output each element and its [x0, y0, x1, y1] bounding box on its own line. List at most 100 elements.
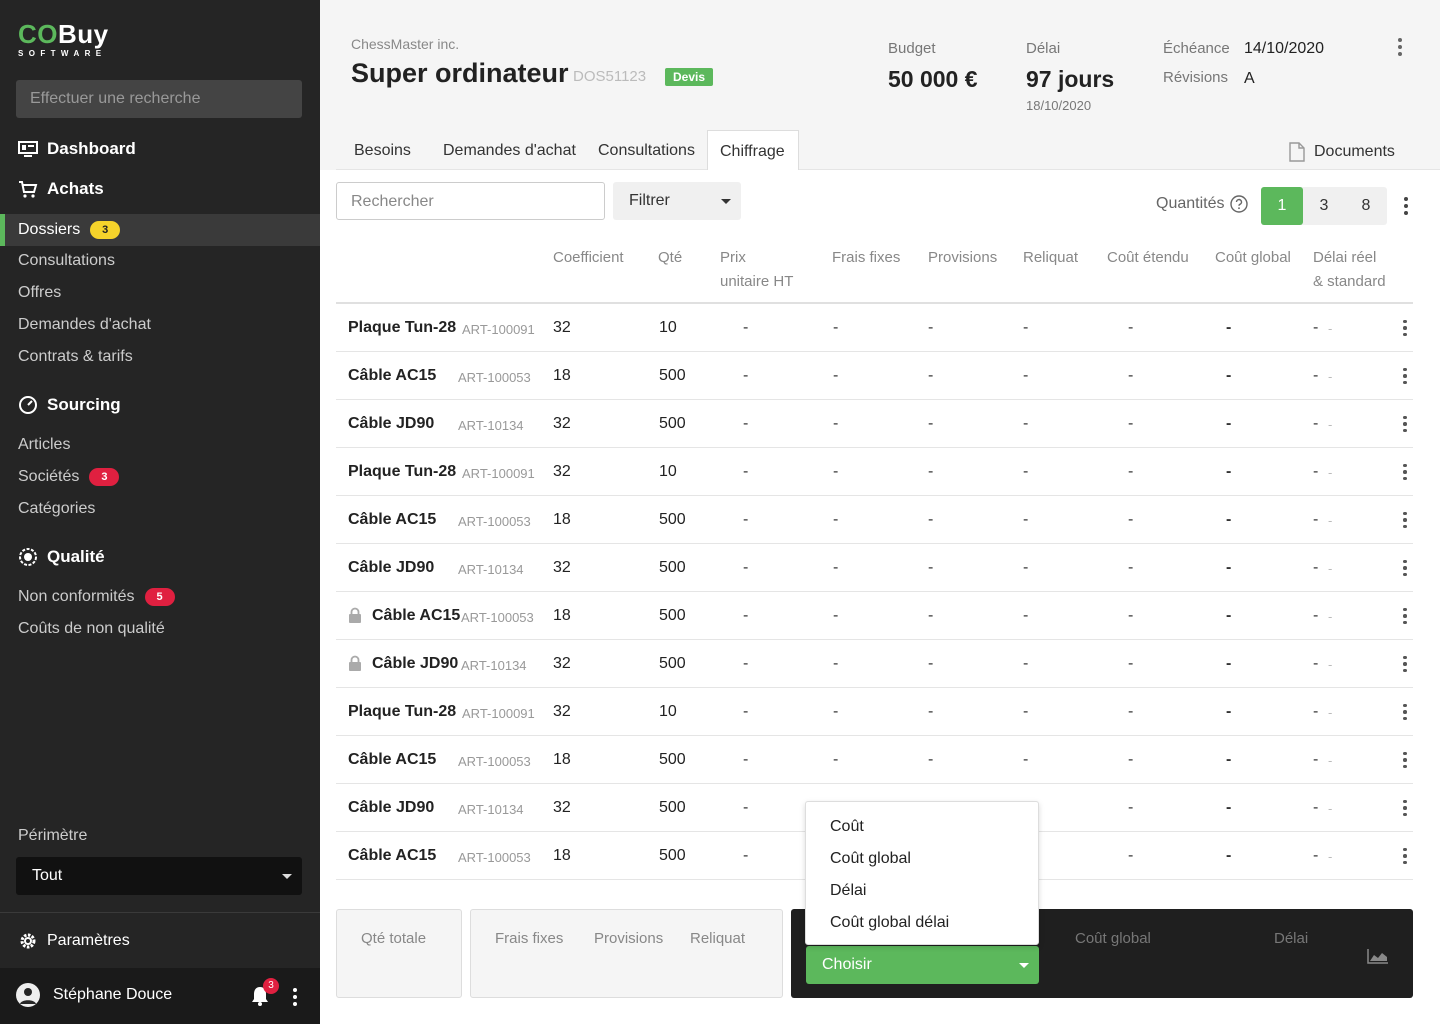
- row-value-cell[interactable]: -: [1128, 367, 1133, 385]
- row-value-cell[interactable]: -: [928, 415, 933, 433]
- row-value-cell[interactable]: -: [1226, 367, 1231, 385]
- avatar[interactable]: [16, 983, 40, 1007]
- sidebar-item-contrats[interactable]: Contrats & tarifs: [18, 348, 133, 366]
- row-value-cell[interactable]: -: [1226, 799, 1231, 817]
- quantity-option-8[interactable]: 8: [1345, 187, 1387, 225]
- table-row[interactable]: Câble AC15 ART-100053 18 500- - - - - - - -: [336, 496, 1413, 544]
- row-value-cell[interactable]: -: [928, 367, 933, 385]
- row-value-cell[interactable]: -: [1023, 319, 1028, 337]
- row-kebab-icon[interactable]: [1400, 798, 1410, 818]
- table-row[interactable]: Câble AC15 ART-100053 18 500- - - - - - - -: [336, 736, 1413, 784]
- tab-consultations[interactable]: Consultations: [598, 130, 695, 170]
- row-article-name[interactable]: Plaque Tun-28: [348, 463, 456, 481]
- row-value-cell[interactable]: -: [1328, 801, 1332, 816]
- row-value-cell[interactable]: -: [743, 703, 748, 721]
- row-coefficient[interactable]: 32: [553, 415, 571, 433]
- dropdown-option-cout-global[interactable]: Coût global: [830, 850, 911, 868]
- row-value-cell[interactable]: -: [1226, 511, 1231, 529]
- row-value-cell[interactable]: -: [928, 559, 933, 577]
- row-value-cell[interactable]: -: [1313, 799, 1318, 817]
- row-value-cell[interactable]: -: [833, 415, 838, 433]
- row-value-cell[interactable]: -: [928, 751, 933, 769]
- row-value-cell[interactable]: -: [1226, 655, 1231, 673]
- row-kebab-icon[interactable]: [1400, 414, 1410, 434]
- row-coefficient[interactable]: 18: [553, 511, 571, 529]
- row-value-cell[interactable]: -: [1128, 607, 1133, 625]
- row-value-cell[interactable]: -: [1023, 415, 1028, 433]
- row-quantity[interactable]: 500: [659, 607, 686, 625]
- row-kebab-icon[interactable]: [1400, 366, 1410, 386]
- sidebar-item-dossiers[interactable]: Dossiers 3: [0, 214, 320, 246]
- row-value-cell[interactable]: -: [928, 463, 933, 481]
- row-value-cell[interactable]: -: [1313, 511, 1318, 529]
- row-value-cell[interactable]: -: [1328, 561, 1332, 576]
- row-value-cell[interactable]: -: [1128, 751, 1133, 769]
- row-article-name[interactable]: Câble AC15: [348, 751, 436, 769]
- row-coefficient[interactable]: 18: [553, 607, 571, 625]
- sidebar-section-qualite[interactable]: Qualité: [18, 547, 105, 567]
- quantity-option-1[interactable]: 1: [1261, 187, 1303, 225]
- table-row[interactable]: Plaque Tun-28 ART-100091 32 10- - - - - - - -: [336, 448, 1413, 496]
- tab-documents[interactable]: Documents: [1288, 142, 1395, 162]
- row-value-cell[interactable]: -: [1023, 511, 1028, 529]
- row-value-cell[interactable]: -: [833, 607, 838, 625]
- row-value-cell[interactable]: -: [1128, 319, 1133, 337]
- row-value-cell[interactable]: -: [743, 559, 748, 577]
- row-value-cell[interactable]: -: [928, 607, 933, 625]
- row-value-cell[interactable]: -: [833, 559, 838, 577]
- row-value-cell[interactable]: -: [743, 751, 748, 769]
- row-value-cell[interactable]: -: [1313, 415, 1318, 433]
- sidebar-item-non-conformites[interactable]: Non conformités 5: [18, 588, 175, 606]
- table-row[interactable]: Câble JD90 ART-10134 32 500- - - - - - - -: [336, 640, 1413, 688]
- toolbar-kebab-icon[interactable]: [1396, 194, 1416, 218]
- row-kebab-icon[interactable]: [1400, 606, 1410, 626]
- row-value-cell[interactable]: -: [1328, 465, 1332, 480]
- row-value-cell[interactable]: -: [743, 847, 748, 865]
- row-kebab-icon[interactable]: [1400, 654, 1410, 674]
- row-kebab-icon[interactable]: [1400, 750, 1410, 770]
- row-value-cell[interactable]: -: [1128, 463, 1133, 481]
- row-article-name[interactable]: Câble AC15: [372, 607, 460, 625]
- row-quantity[interactable]: 500: [659, 847, 686, 865]
- row-article-name[interactable]: Plaque Tun-28: [348, 703, 456, 721]
- dropdown-option-cout-global-delai[interactable]: Coût global délai: [830, 914, 949, 932]
- row-value-cell[interactable]: -: [1313, 751, 1318, 769]
- row-value-cell[interactable]: -: [928, 703, 933, 721]
- row-value-cell[interactable]: -: [743, 511, 748, 529]
- row-coefficient[interactable]: 18: [553, 847, 571, 865]
- row-article-name[interactable]: Câble JD90: [348, 799, 434, 817]
- sidebar-item-societes[interactable]: Sociétés 3: [18, 468, 120, 486]
- header-kebab-icon[interactable]: [1390, 34, 1410, 60]
- row-kebab-icon[interactable]: [1400, 702, 1410, 722]
- row-value-cell[interactable]: -: [1328, 705, 1332, 720]
- row-article-name[interactable]: Câble AC15: [348, 367, 436, 385]
- row-value-cell[interactable]: -: [1313, 703, 1318, 721]
- row-value-cell[interactable]: -: [833, 655, 838, 673]
- row-value-cell[interactable]: -: [1328, 657, 1332, 672]
- row-value-cell[interactable]: -: [743, 367, 748, 385]
- row-value-cell[interactable]: -: [1313, 463, 1318, 481]
- row-article-name[interactable]: Câble AC15: [348, 511, 436, 529]
- sidebar-item-parametres[interactable]: Paramètres: [18, 931, 130, 951]
- row-value-cell[interactable]: -: [1128, 847, 1133, 865]
- row-value-cell[interactable]: -: [1128, 511, 1133, 529]
- row-kebab-icon[interactable]: [1400, 462, 1410, 482]
- choose-select[interactable]: Choisir: [806, 946, 1039, 984]
- row-value-cell[interactable]: -: [1313, 559, 1318, 577]
- sidebar-search-input[interactable]: Effectuer une recherche: [16, 80, 302, 118]
- tab-demandes-achat[interactable]: Demandes d'achat: [443, 130, 576, 170]
- sidebar-item-offres[interactable]: Offres: [18, 284, 61, 302]
- quantity-option-3[interactable]: 3: [1303, 187, 1345, 225]
- sidebar-item-demandes[interactable]: Demandes d'achat: [18, 316, 151, 334]
- row-value-cell[interactable]: -: [1328, 753, 1332, 768]
- row-value-cell[interactable]: -: [1226, 559, 1231, 577]
- row-value-cell[interactable]: -: [833, 367, 838, 385]
- row-value-cell[interactable]: -: [1328, 609, 1332, 624]
- row-value-cell[interactable]: -: [1226, 847, 1231, 865]
- row-value-cell[interactable]: -: [1328, 513, 1332, 528]
- row-value-cell[interactable]: -: [1328, 849, 1332, 864]
- filter-select[interactable]: Filtrer: [613, 182, 741, 220]
- row-quantity[interactable]: 500: [659, 655, 686, 673]
- row-value-cell[interactable]: -: [1313, 607, 1318, 625]
- row-value-cell[interactable]: -: [1328, 321, 1332, 336]
